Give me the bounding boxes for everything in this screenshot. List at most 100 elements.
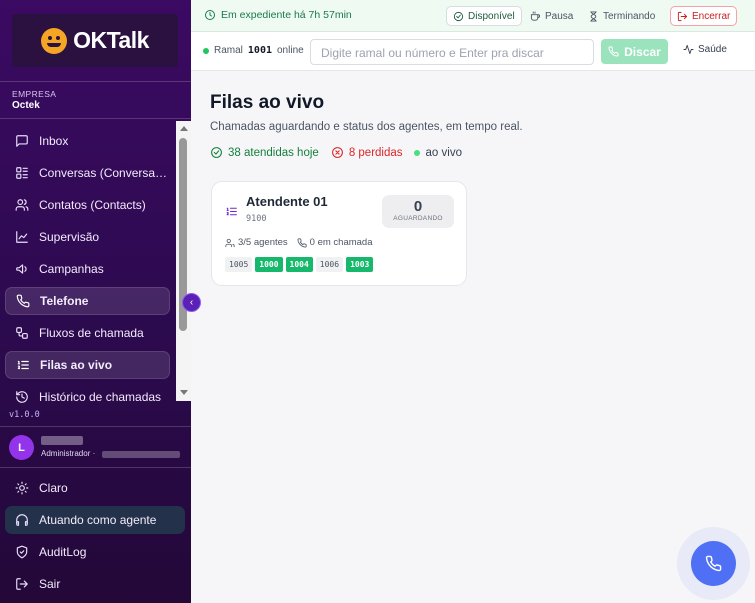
extension-chip: 1004 [285, 257, 313, 272]
sidebar-item-label: Inbox [39, 134, 69, 148]
shield-icon [16, 545, 28, 559]
scroll-down-icon[interactable] [180, 390, 188, 395]
history-icon [16, 391, 28, 403]
in-call-count-text: 0 em chamada [309, 237, 373, 248]
status-finishing-label: Terminando [603, 10, 656, 22]
log-out-icon [677, 11, 688, 21]
answered-stat: 38 atendidas hoje [210, 146, 319, 159]
check-circle-icon [453, 11, 464, 21]
live-dot [413, 149, 420, 156]
agent-mode-label: Atuando como agente [39, 513, 157, 527]
coffee-icon [530, 10, 541, 21]
message-square-icon [16, 135, 28, 147]
sidebar-item-fluxos[interactable]: Fluxos de chamada [5, 319, 170, 347]
sidebar-item-inbox[interactable]: Inbox [5, 127, 170, 155]
logo-icon [41, 27, 68, 54]
sidebar-item-label: Supervisão [39, 230, 100, 244]
health-label: Saúde [698, 44, 727, 55]
logout-label: Sair [39, 577, 61, 591]
line-chart-icon [16, 231, 28, 243]
health-button[interactable]: Saúde [683, 44, 727, 55]
theme-toggle-label: Claro [39, 481, 68, 495]
extension-prefix: Ramal [214, 45, 243, 56]
sidebar-item-label: Telefone [40, 294, 89, 308]
activity-icon [683, 44, 694, 55]
sidebar-item-label: Campanhas [39, 262, 104, 276]
sidebar-item-campanhas[interactable]: Campanhas [5, 255, 170, 283]
in-call-count: 0 em chamada [297, 237, 373, 248]
agent-mode-button[interactable]: Atuando como agente [5, 506, 185, 534]
sidebar-scrollbar[interactable] [176, 121, 191, 401]
chevron-left-icon: ‹ [189, 297, 194, 308]
log-out-icon [16, 578, 28, 590]
sidebar-item-conversas[interactable]: Conversas (Conversations) [5, 159, 170, 187]
extension-chip: 1003 [346, 257, 374, 272]
extension-number: 1001 [247, 45, 272, 56]
live-indicator: ao vivo [413, 146, 462, 159]
extension-suffix: online [277, 45, 304, 56]
sidebar-item-label: Histórico de chamadas [39, 390, 162, 404]
queue-name: Atendente 01 [246, 194, 328, 209]
end-shift-button[interactable]: Encerrar [670, 6, 738, 26]
queue-meta: 3/5 agentes 0 em chamada [225, 237, 373, 248]
queue-card[interactable]: Atendente 01 9100 0 AGUARDANDO 3/5 agent… [211, 181, 467, 286]
sidebar-item-historico[interactable]: Histórico de chamadas [5, 383, 170, 411]
lost-stat: 8 perdidas [331, 146, 403, 159]
sidebar-item-label: Conversas (Conversations) [39, 166, 170, 180]
shift-status-bar: Em expediente há 7h 57min Disponível Pau… [191, 0, 755, 32]
user-role: Administrador · [41, 449, 96, 458]
extension-chip: 1006 [315, 257, 344, 272]
check-circle-icon [211, 147, 222, 158]
online-dot [203, 47, 209, 54]
dial-input[interactable]: Digite ramal ou número e Enter pra disca… [310, 39, 594, 65]
user-email-redacted [102, 451, 180, 458]
list-ordered-icon [17, 360, 29, 370]
sidebar-item-telefone[interactable]: Telefone [5, 287, 170, 315]
agents-count: 3/5 agentes [225, 237, 288, 248]
company-name: Octek [12, 100, 40, 111]
sidebar-item-contatos[interactable]: Contatos (Contacts) [5, 191, 170, 219]
brand-logo[interactable]: OKTalk [12, 14, 178, 67]
status-available-button[interactable]: Disponível [446, 6, 522, 26]
status-pause-button[interactable]: Pausa [524, 6, 579, 26]
status-finishing-button[interactable]: Terminando [582, 6, 661, 26]
sidebar: OKTalk EMPRESA Octek Inbox Conversas (Co… [0, 0, 191, 603]
phone-call-icon [297, 237, 307, 248]
page-title: Filas ao vivo [210, 92, 325, 113]
theme-toggle[interactable]: Claro [5, 474, 185, 502]
list-ordered-icon [226, 207, 237, 216]
end-shift-label: Encerrar [692, 10, 731, 22]
auditlog-label: AuditLog [39, 545, 87, 559]
waiting-label: AGUARDANDO [393, 215, 443, 222]
hourglass-icon [590, 10, 597, 22]
sidebar-divider [0, 81, 191, 82]
extension-chip: 1000 [255, 257, 283, 272]
user-name-redacted [41, 436, 83, 445]
waiting-counter: 0 AGUARDANDO [382, 195, 454, 228]
sidebar-item-filas[interactable]: Filas ao vivo [5, 351, 170, 379]
sidebar-divider [0, 118, 191, 119]
shift-timer: Em expediente há 7h 57min [204, 9, 352, 21]
layout-list-icon [16, 167, 28, 179]
extension-list: 1005 1000 1004 1006 1003 [225, 257, 374, 272]
scroll-up-icon[interactable] [180, 126, 188, 131]
live-indicator-text: ao vivo [425, 146, 462, 159]
headphones-icon [16, 514, 28, 526]
sidebar-item-auditlog[interactable]: AuditLog [5, 538, 185, 566]
users-icon [15, 199, 29, 211]
status-available-label: Disponível [468, 10, 515, 22]
clock-icon [205, 10, 215, 20]
queue-stats: 38 atendidas hoje 8 perdidas ao vivo [210, 146, 462, 159]
dial-bar: Ramal 1001 online Digite ramal ou número… [191, 32, 755, 71]
queue-number: 9100 [246, 214, 267, 224]
phone-icon [608, 46, 619, 57]
collapse-sidebar-button[interactable]: ‹ [182, 293, 201, 312]
users-icon [225, 238, 235, 247]
avatar[interactable]: L [9, 435, 34, 460]
logout-button[interactable]: Sair [5, 570, 185, 598]
x-circle-icon [331, 147, 343, 158]
shift-timer-text: Em expediente há 7h 57min [221, 9, 352, 21]
dial-button[interactable]: Discar [601, 39, 668, 64]
softphone-button[interactable] [691, 541, 736, 586]
sidebar-item-supervisao[interactable]: Supervisão [5, 223, 170, 251]
